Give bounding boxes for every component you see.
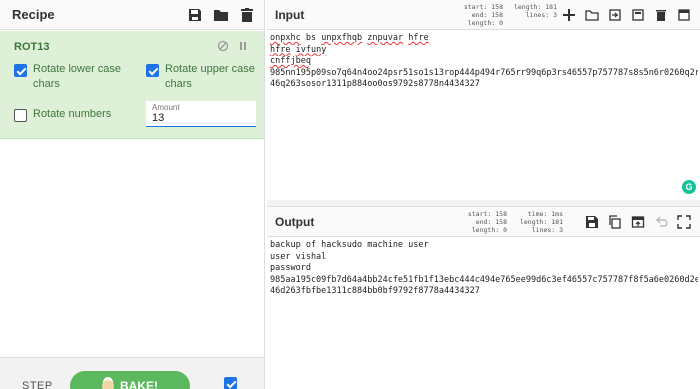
output-start: start: 158 [467, 210, 507, 218]
input-length: length: 181 [513, 3, 557, 11]
input-sel-length: length: 0 [467, 19, 503, 27]
undo-icon[interactable] [652, 213, 669, 230]
output-line: 985aa195c09fb7d64a4bb24cfe51fb1f13ebc444… [270, 274, 698, 285]
rotate-numbers-checkbox[interactable] [14, 109, 27, 122]
amount-value[interactable]: 13 [152, 112, 250, 124]
trash-icon[interactable] [238, 6, 256, 24]
output-text-area[interactable]: backup of hacksudo machine user user vis… [267, 237, 700, 298]
output-pane: Output start: 158 end: 158 length: 0 tim… [267, 206, 700, 389]
copy-icon[interactable] [606, 213, 623, 230]
layout-icon[interactable] [675, 6, 692, 23]
auto-bake-checkbox[interactable] [224, 377, 237, 389]
replace-input-icon[interactable] [629, 213, 646, 230]
trash-icon[interactable] [652, 6, 669, 23]
grammarly-icon[interactable]: G [682, 180, 696, 194]
input-line: onpxhc bs unpxfhqb znpuvar hfre [270, 33, 429, 43]
controls-bar: STEP BAKE! [0, 357, 264, 389]
output-line: user vishal [270, 251, 327, 262]
recipe-pane: Recipe ROT13 Rotate lower case chars Rot… [0, 0, 265, 389]
output-title: Output [275, 214, 315, 229]
output-time: time: 1ms [527, 210, 563, 218]
bake-button[interactable]: BAKE! [70, 371, 190, 389]
output-lines: lines: 3 [531, 226, 563, 234]
input-total-stats: length: 181 lines: 3 [511, 3, 557, 19]
rotate-lower-label: Rotate lower case chars [33, 63, 122, 90]
output-selection-stats: start: 158 end: 158 length: 0 [459, 210, 507, 234]
input-lines: lines: 3 [525, 11, 557, 19]
input-header: Input start: 158 end: 158 length: 0 leng… [267, 0, 700, 30]
input-line: hfre ivfuny [270, 44, 327, 55]
rotate-numbers-option[interactable]: Rotate numbers [14, 107, 139, 122]
input-start: start: 158 [463, 3, 503, 11]
operation-name: ROT13 [14, 41, 50, 53]
rotate-lower-checkbox[interactable] [14, 64, 27, 77]
output-header: Output start: 158 end: 158 length: 0 tim… [267, 207, 700, 237]
input-line: 985nn195p09so7q64n4oo24psr51so1s13rop444… [270, 67, 698, 78]
maximize-icon[interactable] [675, 213, 692, 230]
output-line: backup of hacksudo machine user [270, 240, 429, 250]
input-pane: Input start: 158 end: 158 length: 0 leng… [267, 0, 700, 200]
save-icon[interactable] [583, 213, 600, 230]
clear-icon[interactable] [629, 6, 646, 23]
output-total-stats: time: 1ms length: 181 lines: 3 [515, 210, 563, 234]
amount-label: Amount [152, 103, 180, 112]
output-length: length: 181 [519, 218, 563, 226]
rot13-operation[interactable]: ROT13 Rotate lower case chars Rotate upp… [0, 31, 264, 139]
input-end: end: 158 [471, 11, 503, 19]
output-line: 46d263fbfbe1311c884bb0bf9792f8778a443432… [270, 286, 480, 296]
recipe-header: Recipe [0, 0, 264, 30]
plus-icon[interactable] [560, 6, 577, 23]
folder-icon[interactable] [583, 6, 600, 23]
rotate-upper-option[interactable]: Rotate upper case chars [146, 62, 256, 92]
amount-field[interactable]: Amount 13 [146, 101, 256, 127]
bake-label: BAKE! [120, 379, 158, 389]
pause-icon[interactable] [236, 39, 250, 53]
disable-icon[interactable] [216, 39, 230, 53]
output-sel-length: length: 0 [471, 226, 507, 234]
folder-icon[interactable] [212, 6, 230, 24]
rotate-lower-option[interactable]: Rotate lower case chars [14, 62, 139, 92]
output-end: end: 158 [475, 218, 507, 226]
rotate-upper-label: Rotate upper case chars [165, 63, 255, 90]
input-title: Input [275, 7, 305, 22]
chef-icon [102, 380, 114, 389]
output-line: password [270, 263, 311, 273]
recipe-title: Recipe [12, 7, 55, 22]
save-icon[interactable] [186, 6, 204, 24]
rotate-numbers-label: Rotate numbers [33, 108, 112, 120]
input-line: 46q263sosor1311p884oo0os9792s8778n443432… [270, 79, 480, 89]
open-file-icon[interactable] [606, 6, 623, 23]
step-button[interactable]: STEP [22, 380, 53, 389]
rotate-upper-checkbox[interactable] [146, 64, 159, 77]
input-line: cnffjbeq [270, 56, 311, 66]
input-selection-stats: start: 158 end: 158 length: 0 [455, 3, 503, 27]
input-text-area[interactable]: onpxhc bs unpxfhqb znpuvar hfre hfre ivf… [267, 30, 700, 91]
